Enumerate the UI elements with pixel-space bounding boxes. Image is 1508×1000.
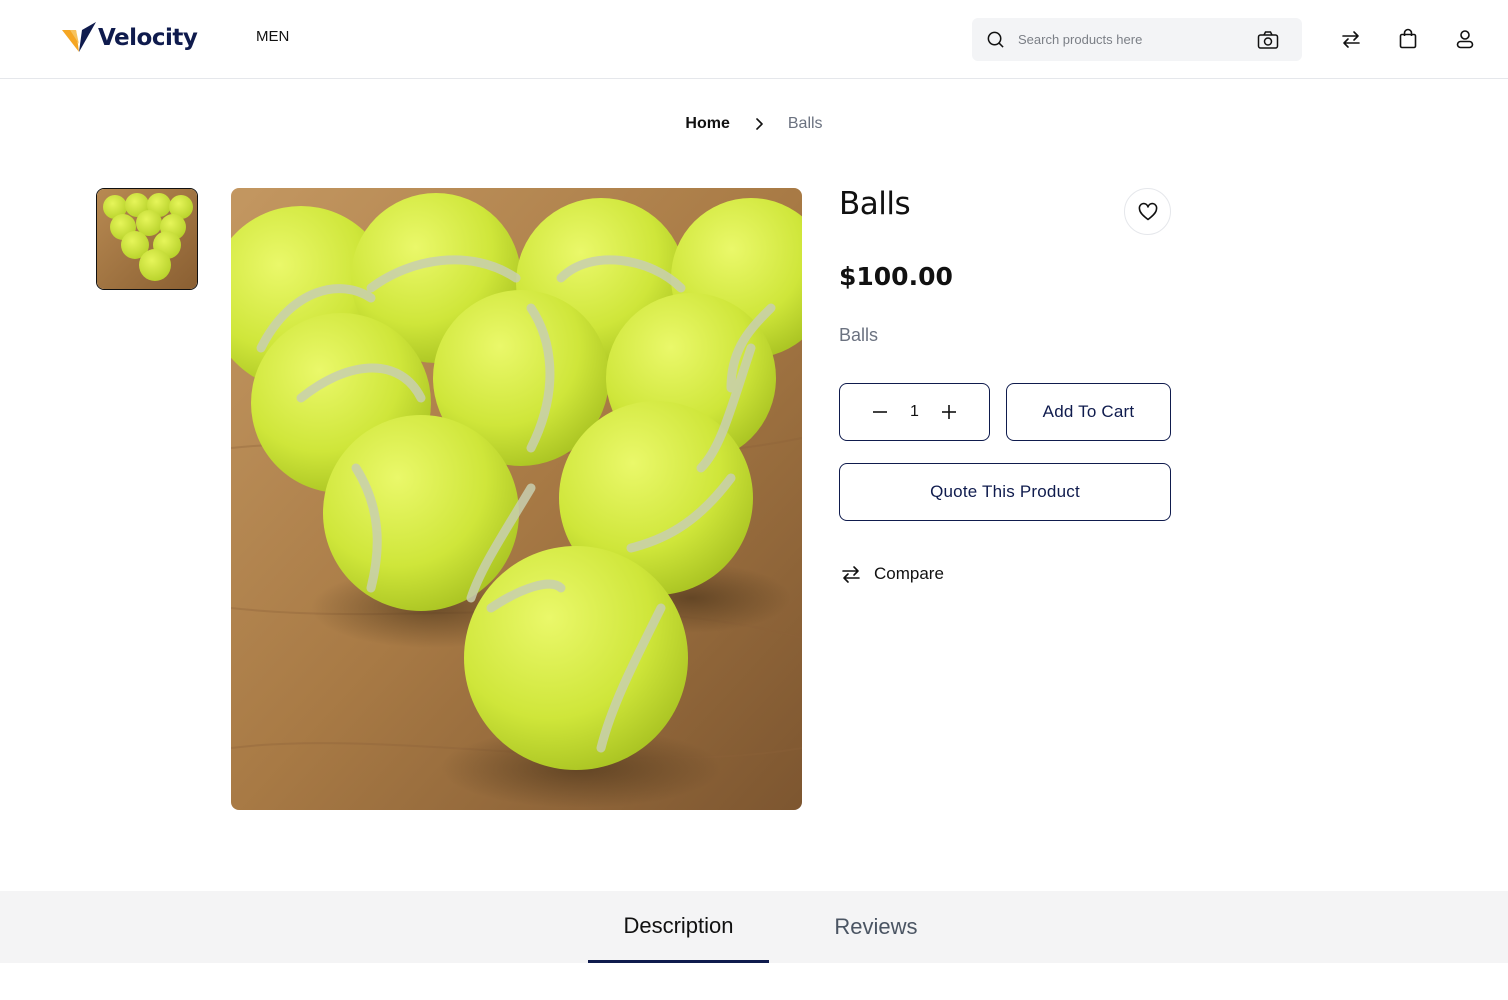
breadcrumb: Home Balls [0, 115, 1508, 133]
brand-name: Velocity [98, 25, 198, 51]
compare-label: Compare [874, 564, 944, 583]
product-price: $100.00 [839, 262, 953, 291]
site-header: Velocity MEN [0, 0, 1508, 79]
breadcrumb-current: Balls [787, 115, 823, 132]
tab-description[interactable]: Description [588, 891, 769, 963]
quote-product-button[interactable]: Quote This Product [839, 463, 1171, 521]
search-bar [972, 18, 1302, 61]
quantity-increase-button[interactable] [939, 402, 959, 422]
chevron-right-icon [756, 118, 763, 130]
search-input[interactable] [1018, 18, 1248, 61]
product-short-description: Balls [839, 325, 879, 345]
heart-icon [1138, 202, 1157, 220]
brand-logo[interactable]: Velocity [62, 22, 198, 54]
velocity-logo-icon [62, 22, 96, 52]
camera-icon[interactable] [1257, 30, 1279, 50]
search-icon[interactable] [986, 30, 1005, 49]
quantity-decrease-button[interactable] [870, 402, 890, 422]
quantity-value: 1 [910, 403, 919, 420]
nav-men[interactable]: MEN [256, 28, 289, 45]
compare-link[interactable]: Compare [840, 563, 944, 585]
product-tabs: Description Reviews [0, 891, 1508, 963]
product-main-image[interactable] [231, 188, 802, 810]
minus-icon [873, 411, 887, 413]
product-thumbnail[interactable] [96, 188, 198, 290]
thumbnail-image [97, 189, 197, 289]
tennis-balls-image [231, 188, 802, 810]
add-to-cart-button[interactable]: Add To Cart [1006, 383, 1171, 441]
breadcrumb-home[interactable]: Home [685, 115, 729, 133]
compare-arrows-icon [842, 566, 860, 583]
cart-icon[interactable] [1397, 28, 1419, 50]
product-title: Balls [839, 186, 911, 222]
plus-icon [942, 405, 956, 419]
compare-icon[interactable] [1340, 28, 1362, 50]
wishlist-button[interactable] [1124, 188, 1171, 235]
user-icon[interactable] [1454, 28, 1476, 50]
quantity-stepper: 1 [839, 383, 990, 441]
tab-reviews[interactable]: Reviews [800, 891, 952, 963]
